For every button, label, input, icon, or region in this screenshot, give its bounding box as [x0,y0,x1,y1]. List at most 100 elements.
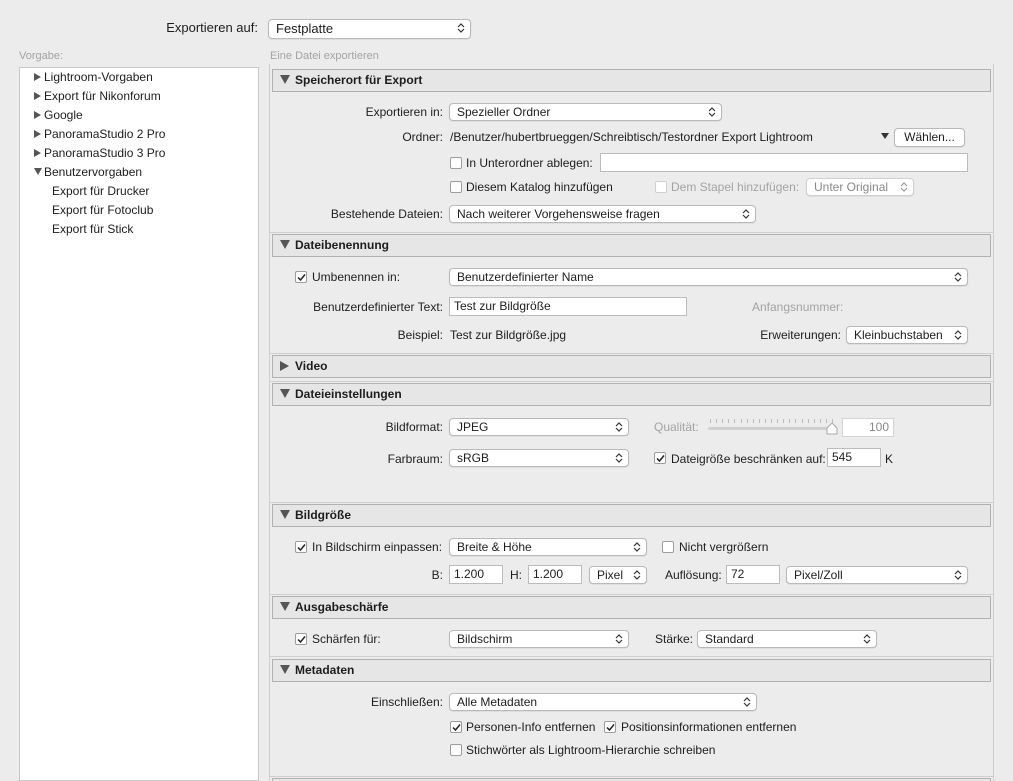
stepper-arrows-icon [954,272,962,282]
size-unit-select[interactable]: Pixel [589,566,647,584]
section-title: Video [295,359,328,373]
strength-label: Stärke: [655,632,694,646]
triangle-down-icon[interactable] [34,168,42,175]
section-header-location[interactable]: Speicherort für Export [272,69,991,92]
preset-item-stick[interactable]: Export für Stick [52,222,133,236]
section-header-file-settings[interactable]: Dateieinstellungen [272,383,991,406]
example-value: Test zur Bildgröße.jpg [450,328,567,342]
rename-select[interactable]: Benutzerdefinierter Name [449,268,968,286]
limit-size-checkbox[interactable] [654,452,666,464]
section-header-sharpening[interactable]: Ausgabeschärfe [272,596,991,619]
height-input[interactable]: 1.200 [528,565,582,584]
stepper-arrows-icon [708,107,716,117]
extensions-select[interactable]: Kleinbuchstaben [846,326,968,344]
keywords-hierarchy-label: Stichwörter als Lightroom-Hierarchie sch… [466,743,716,757]
slider-tick [753,419,754,423]
export-in-select[interactable]: Spezieller Ordner [449,103,722,121]
stepper-arrows-icon [900,182,908,192]
height-label: H: [510,568,522,582]
slider-tick [808,419,809,423]
limit-size-input[interactable]: 545 [827,448,881,467]
remove-person-label: Personen-Info entfernen [466,720,596,734]
limit-size-unit: K [885,452,894,466]
stepper-arrows-icon [743,697,751,707]
width-label: B: [431,568,443,582]
catalog-label: Diesem Katalog hinzufügen [466,180,613,194]
section-header-video[interactable]: Video [272,355,991,378]
preset-item-lightroom[interactable]: Lightroom-Vorgaben [34,70,153,84]
slider-knob-icon[interactable] [826,423,838,435]
remove-person-checkbox[interactable] [450,721,462,733]
preset-item-panoramastudio3[interactable]: PanoramaStudio 3 Pro [34,146,165,160]
subfolder-input[interactable] [600,153,968,172]
fit-screen-select[interactable]: Breite & Höhe [449,538,647,556]
stepper-arrows-icon [633,542,641,552]
preset-item-nikonforum[interactable]: Export für Nikonforum [34,89,161,103]
triangle-down-icon [280,240,290,249]
custom-text-input[interactable]: Test zur Bildgröße [449,297,687,316]
stack-label: Dem Stapel hinzufügen: [671,180,800,194]
checkmark-icon [297,544,306,552]
preset-label: Vorgabe: [19,50,64,62]
stepper-arrows-icon [742,209,750,219]
section-header-image-size[interactable]: Bildgröße [272,504,991,527]
slider-tick [716,419,717,423]
preset-tree[interactable]: Lightroom-Vorgaben Export für Nikonforum… [19,67,259,781]
stack-select[interactable]: Unter Original [806,178,914,196]
no-enlarge-checkbox[interactable] [662,541,674,553]
resolution-label: Auflösung: [665,568,722,582]
section-header-metadata[interactable]: Metadaten [272,659,991,682]
preset-item-panoramastudio2[interactable]: PanoramaStudio 2 Pro [34,127,165,141]
remove-location-checkbox[interactable] [604,721,616,733]
strength-select[interactable]: Standard [697,630,877,648]
colorspace-label: Farbraum: [387,452,443,466]
section-title: Dateibenennung [295,238,390,252]
subfolder-checkbox[interactable] [450,157,462,169]
triangle-right-icon[interactable] [34,73,41,81]
preset-item-fotoclub[interactable]: Export für Fotoclub [52,203,153,217]
preset-item-drucker[interactable]: Export für Drucker [52,184,149,198]
fit-screen-checkbox[interactable] [295,541,307,553]
triangle-down-icon [280,389,290,398]
triangle-right-icon[interactable] [34,130,41,138]
section-header-naming[interactable]: Dateibenennung [272,234,991,257]
keywords-hierarchy-checkbox[interactable] [450,744,462,756]
colorspace-select[interactable]: sRGB [449,449,629,467]
section-title: Metadaten [295,663,355,677]
quality-slider[interactable] [708,417,838,435]
include-select[interactable]: Alle Metadaten [449,693,757,711]
stepper-arrows-icon [633,570,641,580]
resolution-input[interactable]: 72 [726,565,780,584]
sharpen-checkbox[interactable] [295,633,307,645]
resolution-unit-select[interactable]: Pixel/Zoll [786,566,968,584]
dropdown-arrow-icon[interactable] [881,133,889,139]
export-to-label: Exportieren auf: [166,20,258,35]
triangle-right-icon[interactable] [34,92,41,100]
checkmark-icon [656,455,665,463]
preset-item-google[interactable]: Google [34,108,83,122]
preset-item-benutzervorgaben[interactable]: Benutzervorgaben [34,165,142,179]
triangle-right-icon[interactable] [34,149,41,157]
section-title: Dateieinstellungen [295,387,402,401]
choose-folder-button[interactable]: Wählen... [894,128,965,147]
triangle-down-icon [280,602,290,611]
stepper-arrows-icon [954,330,962,340]
slider-tick [789,419,790,423]
slider-tick [728,419,729,423]
sharpen-select[interactable]: Bildschirm [449,630,629,648]
quality-input[interactable]: 100 [842,418,894,437]
no-enlarge-label: Nicht vergrößern [679,540,769,554]
stack-checkbox[interactable] [655,181,667,193]
stepper-arrows-icon [863,634,871,644]
width-input[interactable]: 1.200 [449,565,503,584]
export-to-value: Festplatte [276,21,334,36]
triangle-right-icon[interactable] [34,111,41,119]
catalog-checkbox[interactable] [450,181,462,193]
existing-files-select[interactable]: Nach weiterer Vorgehensweise fragen [449,205,756,223]
rename-checkbox[interactable] [295,271,307,283]
export-to-select[interactable]: Festplatte [268,19,471,39]
stepper-arrows-icon [615,634,623,644]
slider-tick [771,419,772,423]
format-select[interactable]: JPEG [449,418,629,436]
slider-tick [802,419,803,423]
